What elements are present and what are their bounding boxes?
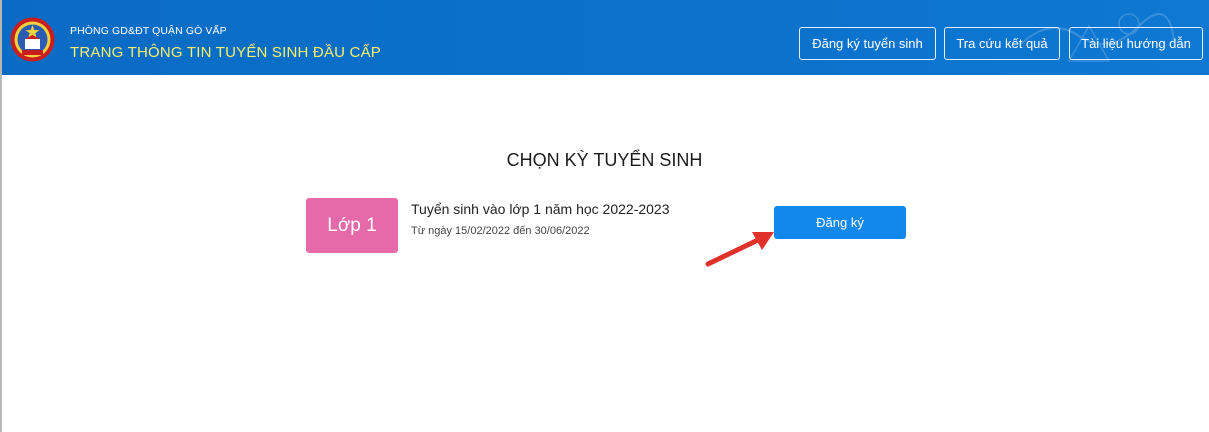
register-button[interactable]: Đăng ký <box>774 206 906 239</box>
page-title: CHỌN KỲ TUYỂN SINH <box>506 150 703 170</box>
site-title[interactable]: TRANG THÔNG TIN TUYỂN SINH ĐẦU CẤP <box>70 44 381 61</box>
session-title: Tuyển sinh vào lớp 1 năm học 2022-2023 <box>411 201 670 217</box>
session-date-range: Từ ngày 15/02/2022 đến 30/06/2022 <box>411 225 590 237</box>
nav-guide-documents-button[interactable]: Tài liệu hướng dẫn <box>1069 27 1203 60</box>
annotation-arrow-icon <box>705 232 774 267</box>
grade-badge: Lớp 1 <box>306 198 398 253</box>
nav-lookup-results-button[interactable]: Tra cứu kết quả <box>944 27 1060 60</box>
school-emblem-icon[interactable] <box>10 17 55 62</box>
nav-register-button[interactable]: Đăng ký tuyển sinh <box>799 27 936 60</box>
org-name: PHÒNG GD&ĐT QUẬN GÒ VẤP <box>70 25 227 37</box>
site-header: PHÒNG GD&ĐT QUẬN GÒ VẤP TRANG THÔNG TIN … <box>2 0 1209 75</box>
